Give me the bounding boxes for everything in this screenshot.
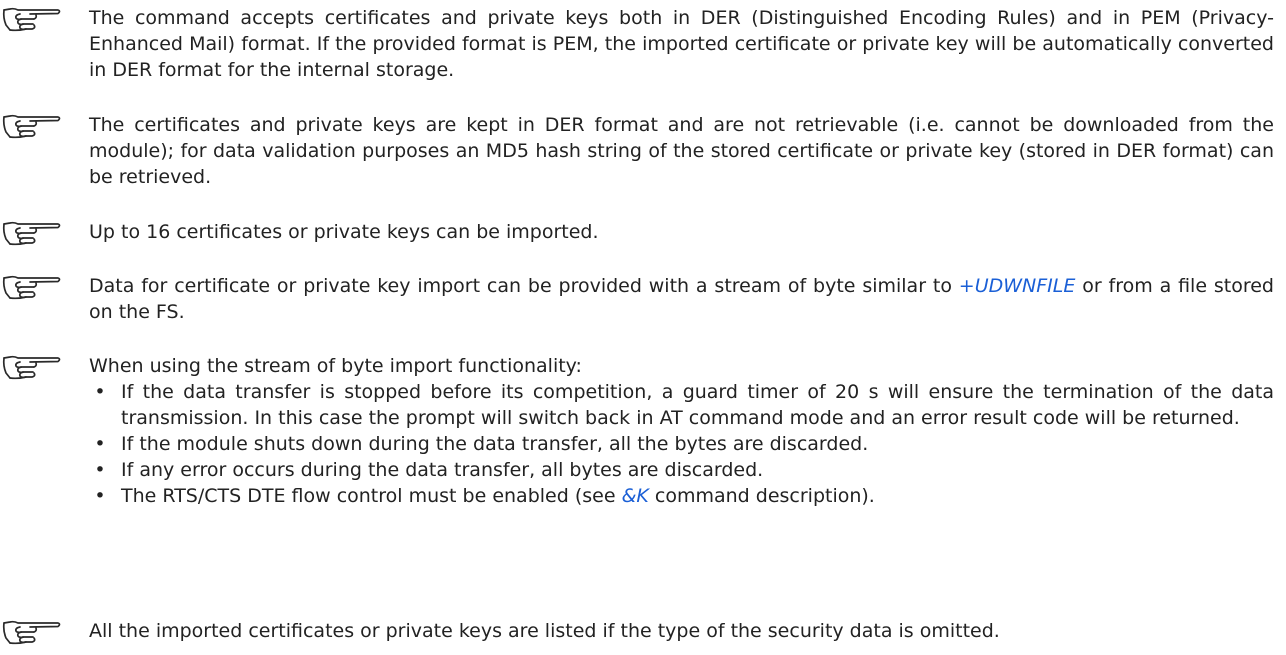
note-text-block: All the imported certificates or private… bbox=[89, 618, 1274, 644]
list-item-text: If the data transfer is stopped before i… bbox=[121, 381, 1274, 429]
pointing-hand-icon bbox=[0, 220, 62, 246]
pointing-hand-icon bbox=[0, 619, 62, 645]
list-item: • If any error occurs during the data tra… bbox=[89, 457, 1274, 483]
note-text: The certificates and private keys are ke… bbox=[89, 114, 1274, 188]
note-text-before: Data for certificate or private key impo… bbox=[89, 275, 959, 297]
pointing-hand-icon bbox=[0, 113, 62, 139]
udwnfile-link[interactable]: +UDWNFILE bbox=[959, 275, 1076, 297]
list-item-text-after: command description). bbox=[648, 485, 875, 507]
bullet-icon: • bbox=[94, 459, 106, 481]
note-text: When using the stream of byte import fun… bbox=[89, 355, 582, 377]
pointing-hand-icon bbox=[0, 354, 62, 380]
k-command-link[interactable]: &K bbox=[622, 485, 649, 507]
note-text-block: The command accepts certificates and pri… bbox=[89, 5, 1274, 83]
bullet-icon: • bbox=[94, 485, 106, 507]
note-text: The command accepts certificates and pri… bbox=[89, 7, 1274, 81]
bullet-icon: • bbox=[94, 433, 106, 455]
bullet-list: • If the data transfer is stopped before … bbox=[89, 379, 1274, 509]
note-text: All the imported certificates or private… bbox=[89, 620, 1000, 642]
list-item: • If the data transfer is stopped before … bbox=[89, 379, 1274, 431]
list-item: • If the module shuts down during the dat… bbox=[89, 431, 1274, 457]
pointing-hand-icon bbox=[0, 274, 62, 300]
bullet-icon: • bbox=[94, 381, 106, 403]
document-page: The command accepts certificates and pri… bbox=[0, 0, 1286, 655]
list-item-text: If any error occurs during the data tran… bbox=[121, 459, 764, 481]
note-text-block: Data for certificate or private key impo… bbox=[89, 273, 1274, 325]
list-item: • The RTS/CTS DTE flow control must be en… bbox=[89, 483, 1274, 509]
note-text-block: When using the stream of byte import fun… bbox=[89, 353, 1274, 509]
note-text: Up to 16 certificates or private keys ca… bbox=[89, 221, 599, 243]
pointing-hand-icon bbox=[0, 6, 62, 32]
list-item-text: If the module shuts down during the data… bbox=[121, 433, 869, 455]
note-text: Data for certificate or private key impo… bbox=[89, 273, 1274, 325]
note-text-block: The certificates and private keys are ke… bbox=[89, 112, 1274, 190]
note-text-block: Up to 16 certificates or private keys ca… bbox=[89, 219, 1274, 245]
list-item-text-before: The RTS/CTS DTE flow control must be ena… bbox=[121, 485, 622, 507]
